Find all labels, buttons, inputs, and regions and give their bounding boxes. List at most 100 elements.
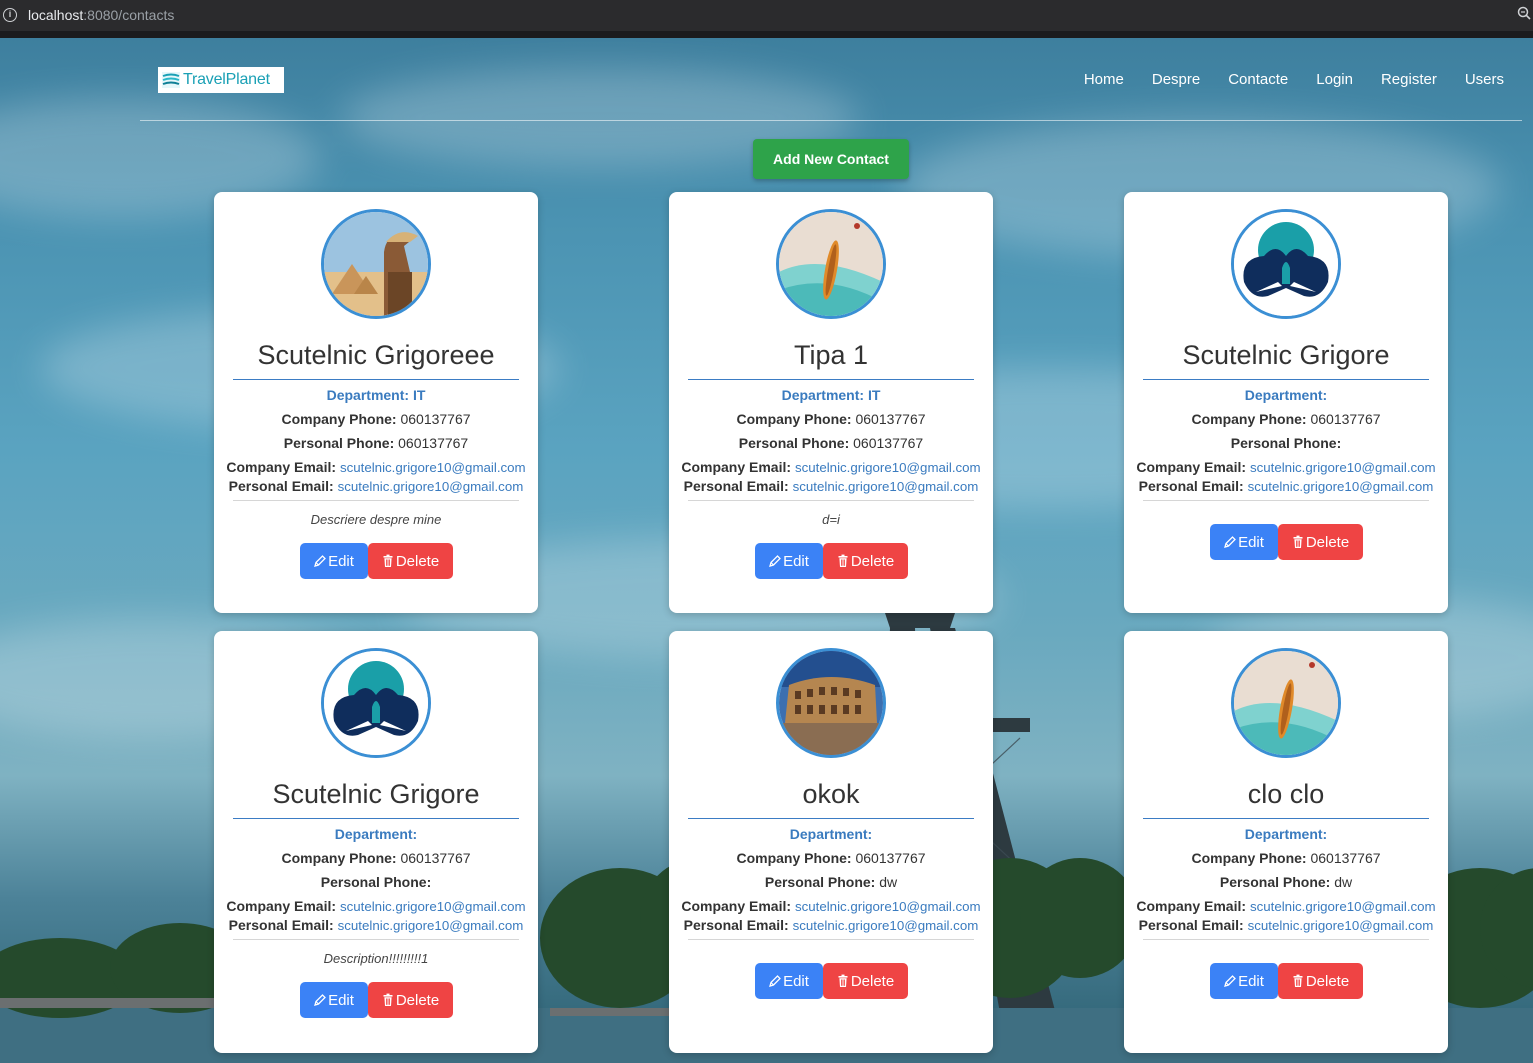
- top-navbar: TravelPlanet Home Despre Contacte Login …: [140, 38, 1522, 121]
- company-phone-row: Company Phone: 060137767: [1124, 850, 1448, 866]
- personal-phone-value: 060137767: [398, 435, 469, 451]
- edit-label: Edit: [1238, 533, 1264, 551]
- edit-button[interactable]: Edit: [754, 963, 823, 999]
- personal-email-row: Personal Email: scutelnic.grigore10@gmai…: [669, 478, 993, 494]
- delete-button[interactable]: Delete: [367, 982, 453, 1018]
- edit-button[interactable]: Edit: [1209, 524, 1278, 560]
- delete-button[interactable]: Delete: [822, 543, 908, 579]
- company-phone-value: 060137767: [400, 411, 471, 427]
- travelplanet-logo[interactable]: TravelPlanet: [158, 67, 284, 93]
- edit-label: Edit: [783, 972, 809, 990]
- personal-email-label: Personal Email:: [683, 478, 789, 494]
- page-background: TravelPlanet Home Despre Contacte Login …: [0, 38, 1533, 1063]
- contact-name: Tipa 1: [793, 340, 869, 370]
- personal-email-link[interactable]: scutelnic.grigore10@gmail.com: [793, 918, 979, 933]
- contact-card: Tipa 1 Department: IT Company Phone: 06013…: [669, 192, 993, 613]
- zoom-icon[interactable]: [1517, 6, 1531, 20]
- company-phone-value: 060137767: [1310, 411, 1381, 427]
- company-phone-row: Company Phone: 060137767: [669, 411, 993, 427]
- personal-email-link[interactable]: scutelnic.grigore10@gmail.com: [338, 479, 524, 494]
- delete-label: Delete: [1305, 533, 1350, 551]
- personal-email-label: Personal Email:: [1138, 478, 1244, 494]
- company-phone-value: 060137767: [400, 850, 471, 866]
- personal-email-row: Personal Email: scutelnic.grigore10@gmai…: [214, 917, 538, 933]
- personal-email-row: Personal Email: scutelnic.grigore10@gmai…: [1124, 478, 1448, 494]
- personal-phone-label: Personal Phone:: [738, 435, 850, 451]
- delete-button[interactable]: Delete: [1277, 524, 1363, 560]
- nav-contacte[interactable]: Contacte: [1228, 71, 1288, 88]
- company-phone-row: Company Phone: 060137767: [669, 850, 993, 866]
- nav-links: Home Despre Contacte Login Register User…: [1084, 71, 1504, 88]
- edit-button[interactable]: Edit: [754, 543, 823, 579]
- company-phone-label: Company Phone:: [1191, 411, 1307, 427]
- contact-description: d=i: [822, 512, 840, 527]
- contact-name: clo clo: [1247, 779, 1325, 809]
- company-email-link[interactable]: scutelnic.grigore10@gmail.com: [1250, 460, 1436, 475]
- company-phone-label: Company Phone:: [281, 411, 397, 427]
- personal-email-link[interactable]: scutelnic.grigore10@gmail.com: [793, 479, 979, 494]
- personal-phone-value: 060137767: [853, 435, 924, 451]
- company-email-link[interactable]: scutelnic.grigore10@gmail.com: [1250, 899, 1436, 914]
- company-phone-row: Company Phone: 060137767: [214, 411, 538, 427]
- edit-label: Edit: [783, 552, 809, 570]
- pencil-icon: [1224, 975, 1236, 987]
- add-new-contact-button[interactable]: Add New Contact: [753, 139, 909, 179]
- personal-phone-row: Personal Phone:: [214, 874, 538, 890]
- personal-email-row: Personal Email: scutelnic.grigore10@gmai…: [1124, 917, 1448, 933]
- delete-button[interactable]: Delete: [1277, 963, 1363, 999]
- company-phone-label: Company Phone:: [281, 850, 397, 866]
- trash-icon: [838, 554, 848, 567]
- nav-home[interactable]: Home: [1084, 71, 1124, 88]
- site-info-icon[interactable]: i: [3, 8, 17, 22]
- contact-description: Descriere despre mine: [310, 512, 442, 527]
- personal-email-link[interactable]: scutelnic.grigore10@gmail.com: [338, 918, 524, 933]
- delete-button[interactable]: Delete: [367, 543, 453, 579]
- personal-phone-row: Personal Phone: dw: [669, 874, 993, 890]
- nav-users[interactable]: Users: [1465, 71, 1504, 88]
- nav-despre[interactable]: Despre: [1152, 71, 1200, 88]
- card-actions: Edit Delete: [214, 543, 538, 579]
- contact-card: Scutelnic Grigore Department: Company Phon…: [214, 631, 538, 1053]
- url-text[interactable]: localhost:8080/contacts: [28, 7, 174, 23]
- email-divider: [1143, 500, 1429, 501]
- personal-email-link[interactable]: scutelnic.grigore10@gmail.com: [1248, 479, 1434, 494]
- edit-button[interactable]: Edit: [299, 543, 368, 579]
- contact-name: okok: [802, 779, 860, 809]
- company-email-label: Company Email:: [1136, 459, 1247, 475]
- company-email-link[interactable]: scutelnic.grigore10@gmail.com: [340, 460, 526, 475]
- logo-waves-icon: [162, 72, 180, 88]
- personal-email-label: Personal Email:: [683, 917, 789, 933]
- contact-card: okok Department: Company Phone: 060137767 P…: [669, 631, 993, 1053]
- trash-icon: [1293, 974, 1303, 987]
- contact-department: Department: IT: [781, 387, 881, 403]
- delete-button[interactable]: Delete: [822, 963, 908, 999]
- trash-icon: [383, 554, 393, 567]
- company-email-label: Company Email:: [226, 898, 337, 914]
- personal-email-link[interactable]: scutelnic.grigore10@gmail.com: [1248, 918, 1434, 933]
- edit-button[interactable]: Edit: [299, 982, 368, 1018]
- browser-address-bar[interactable]: i localhost:8080/contacts: [0, 0, 1533, 31]
- company-email-link[interactable]: scutelnic.grigore10@gmail.com: [795, 899, 981, 914]
- nav-register[interactable]: Register: [1381, 71, 1437, 88]
- personal-phone-row: Personal Phone: 060137767: [669, 435, 993, 451]
- company-email-link[interactable]: scutelnic.grigore10@gmail.com: [340, 899, 526, 914]
- delete-label: Delete: [850, 972, 895, 990]
- email-divider: [688, 500, 974, 501]
- pencil-icon: [1224, 536, 1236, 548]
- company-phone-value: 060137767: [1310, 850, 1381, 866]
- contact-department: Department:: [1244, 387, 1328, 403]
- nav-login[interactable]: Login: [1316, 71, 1353, 88]
- trash-icon: [383, 993, 393, 1006]
- company-phone-value: 060137767: [855, 411, 926, 427]
- edit-button[interactable]: Edit: [1209, 963, 1278, 999]
- company-email-row: Company Email: scutelnic.grigore10@gmail…: [214, 898, 538, 914]
- company-email-link[interactable]: scutelnic.grigore10@gmail.com: [795, 460, 981, 475]
- trash-icon: [1293, 535, 1303, 548]
- company-phone-label: Company Phone:: [736, 411, 852, 427]
- personal-phone-label: Personal Phone:: [1219, 874, 1331, 890]
- contact-avatar: [776, 648, 886, 758]
- edit-label: Edit: [328, 552, 354, 570]
- personal-phone-label: Personal Phone:: [320, 874, 432, 890]
- contact-name: Scutelnic Grigore: [1182, 340, 1390, 370]
- contact-department: Department:: [334, 826, 418, 842]
